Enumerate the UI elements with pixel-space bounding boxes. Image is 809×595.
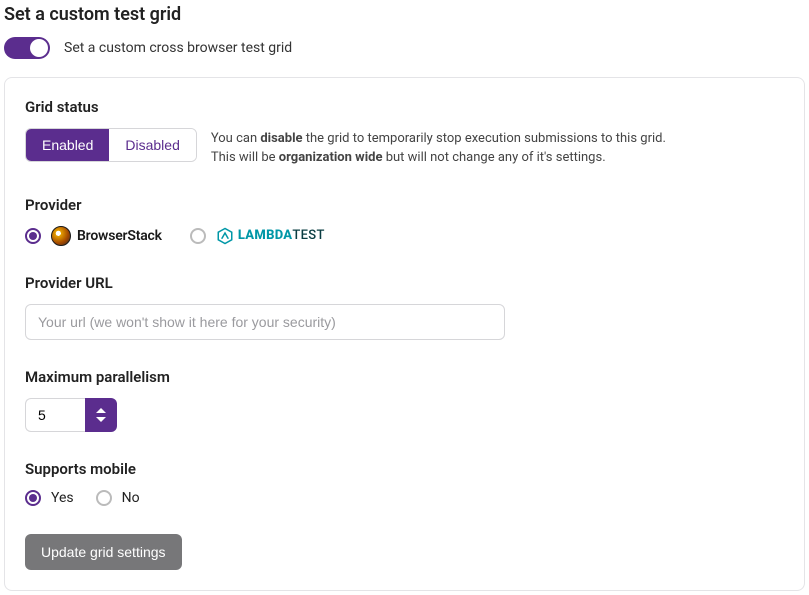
parallelism-input[interactable] bbox=[25, 398, 85, 432]
provider-radio-lambdatest[interactable] bbox=[190, 228, 206, 244]
supports-mobile-yes-label: Yes bbox=[51, 490, 74, 506]
grid-status-segmented: Enabled Disabled bbox=[25, 128, 197, 162]
grid-status-enabled[interactable]: Enabled bbox=[26, 129, 109, 161]
toggle-label: Set a custom cross browser test grid bbox=[64, 40, 292, 56]
toggle-thumb bbox=[30, 39, 48, 57]
supports-mobile-yes-radio[interactable] bbox=[25, 490, 41, 506]
grid-status-disabled[interactable]: Disabled bbox=[109, 129, 195, 161]
chevron-up-icon bbox=[96, 408, 106, 413]
browserstack-icon bbox=[51, 226, 71, 246]
help-bold: organization wide bbox=[279, 150, 383, 165]
help-bold: disable bbox=[260, 131, 302, 146]
provider-url-input[interactable] bbox=[25, 304, 505, 340]
stepper-controls[interactable] bbox=[85, 398, 117, 432]
provider-logo-browserstack: BrowserStack bbox=[51, 226, 162, 246]
help-text: This will be bbox=[211, 150, 279, 165]
provider-label: Provider bbox=[25, 196, 784, 214]
lambdatest-name: LAMBDATEST bbox=[238, 228, 325, 243]
custom-grid-toggle[interactable] bbox=[4, 37, 50, 59]
supports-mobile-no-label: No bbox=[122, 490, 140, 506]
help-text: You can bbox=[211, 131, 260, 146]
page-title: Set a custom test grid bbox=[4, 4, 805, 25]
toggle-row: Set a custom cross browser test grid bbox=[4, 37, 805, 59]
update-grid-settings-button[interactable]: Update grid settings bbox=[25, 534, 182, 570]
supports-mobile-no-radio[interactable] bbox=[96, 490, 112, 506]
provider-url-label: Provider URL bbox=[25, 274, 784, 292]
help-text: the grid to temporarily stop execution s… bbox=[303, 131, 666, 146]
grid-status-help: You can disable the grid to temporarily … bbox=[211, 128, 666, 168]
parallelism-label: Maximum parallelism bbox=[25, 368, 784, 386]
chevron-down-icon bbox=[96, 417, 106, 422]
parallelism-stepper bbox=[25, 398, 117, 432]
grid-status-label: Grid status bbox=[25, 98, 784, 116]
provider-logo-lambdatest: LAMBDATEST bbox=[216, 227, 325, 245]
supports-mobile-label: Supports mobile bbox=[25, 460, 784, 478]
browserstack-name: BrowserStack bbox=[77, 228, 162, 244]
provider-radio-browserstack[interactable] bbox=[25, 228, 41, 244]
help-text: but will not change any of it's settings… bbox=[382, 150, 605, 165]
lambdatest-icon bbox=[216, 227, 234, 245]
settings-panel: Grid status Enabled Disabled You can dis… bbox=[4, 77, 805, 591]
